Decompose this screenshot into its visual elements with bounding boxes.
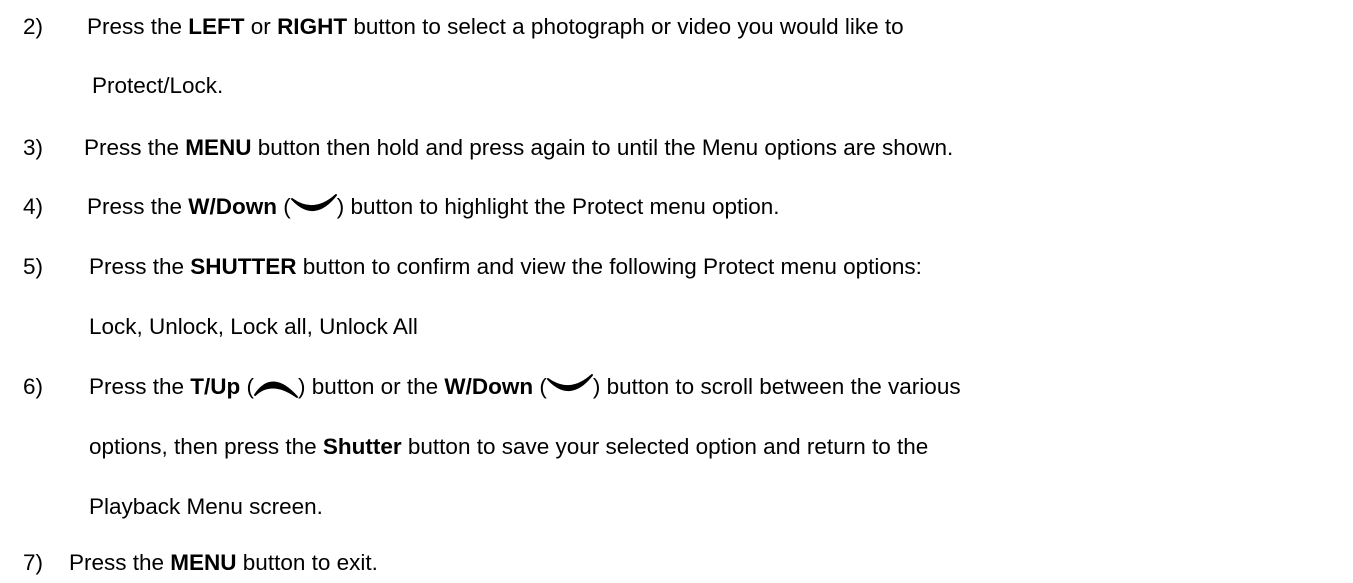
step-6-line-1: Press the T/Up ( ) button or the W/Down (…	[89, 374, 961, 401]
text-run: (	[277, 194, 291, 219]
step-2-line-2: Protect/Lock.	[92, 73, 223, 99]
text-run: button then hold and press again to unti…	[251, 135, 954, 160]
chevron-up-icon	[254, 373, 299, 399]
step-6-line-3: Playback Menu screen.	[89, 494, 323, 520]
text-run: Press the	[84, 135, 186, 160]
bold-label-left: LEFT	[188, 14, 245, 39]
bold-label-menu: MENU	[170, 550, 237, 575]
step-5-line-1: Press the SHUTTER button to confirm and …	[89, 254, 922, 280]
text-run: ) button to scroll between the various	[592, 374, 961, 399]
bold-label-menu: MENU	[185, 135, 252, 160]
chevron-down-icon	[546, 373, 593, 399]
chevron-down-icon	[290, 193, 337, 219]
text-run: Press the	[89, 374, 191, 399]
text-run: Lock, Unlock, Lock all, Unlock All	[89, 314, 418, 339]
step-number-6: 6)	[23, 374, 44, 399]
text-run: Press the	[69, 550, 171, 575]
text-run: button to select a photograph or video y…	[347, 14, 904, 39]
text-run: options, then press the	[89, 434, 323, 459]
text-run: Press the	[89, 254, 191, 279]
step-4-line-1: Press the W/Down ( ) button to highlight …	[87, 194, 780, 221]
text-run: Press the	[87, 194, 189, 219]
step-6-line-2: options, then press the Shutter button t…	[89, 434, 928, 460]
text-run: Press the	[87, 14, 189, 39]
text-run: or	[244, 14, 278, 39]
step-number-5: 5)	[23, 254, 44, 279]
text-run: button to exit.	[236, 550, 378, 575]
text-run: (	[240, 374, 255, 399]
bold-label-shutter: Shutter	[322, 434, 402, 459]
bold-label-w-down: W/Down	[188, 194, 278, 219]
step-number-7: 7)	[23, 550, 44, 575]
step-5-line-2: Lock, Unlock, Lock all, Unlock All	[89, 314, 418, 340]
bold-label-w-down: W/Down	[444, 374, 534, 399]
step-number-4: 4)	[23, 194, 44, 219]
bold-label-right: RIGHT	[277, 14, 348, 39]
step-2-line-1: Press the LEFT or RIGHT button to select…	[87, 14, 904, 40]
bold-label-t-up: T/Up	[190, 374, 241, 399]
bold-label-shutter-caps: SHUTTER	[190, 254, 297, 279]
text-run: Protect/Lock.	[92, 73, 224, 98]
step-7-line-1: Press the MENU button to exit.	[69, 550, 378, 576]
text-run: button to confirm and view the following…	[296, 254, 922, 279]
text-run: ) button to highlight the Protect menu o…	[336, 194, 780, 219]
text-run: (	[533, 374, 547, 399]
step-number-3: 3)	[23, 135, 44, 160]
step-3-line-1: Press the MENU button then hold and pres…	[84, 135, 953, 161]
text-run: ) button or the	[298, 374, 445, 399]
step-number-2: 2)	[23, 14, 44, 39]
text-run: button to save your selected option and …	[401, 434, 929, 459]
text-run: Playback Menu screen.	[89, 494, 323, 519]
